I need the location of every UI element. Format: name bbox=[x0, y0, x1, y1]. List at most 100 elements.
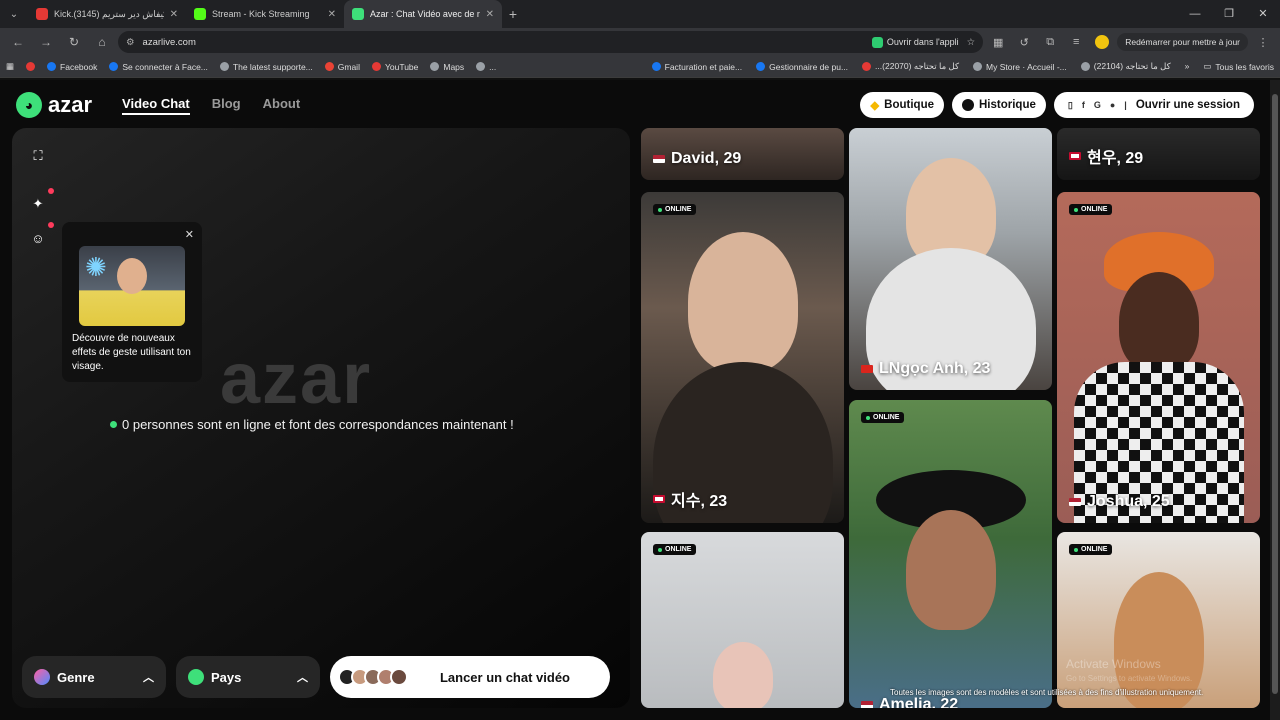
url-input[interactable]: ⚙ azarlive.com Ouvrir dans l'appli ☆ bbox=[118, 31, 984, 53]
image-disclaimer: Toutes les images sont des modèles et so… bbox=[890, 688, 1204, 697]
bookmark-item[interactable]: YouTube bbox=[371, 62, 418, 72]
profile-card[interactable]: David, 29 bbox=[641, 128, 844, 180]
scrollbar-thumb[interactable] bbox=[1272, 94, 1278, 694]
meta-icon bbox=[651, 62, 661, 71]
profile-avatar[interactable] bbox=[1091, 31, 1113, 53]
restart-to-update-button[interactable]: Redémarrer pour mettre à jour bbox=[1117, 33, 1248, 51]
youtube-icon bbox=[862, 62, 872, 71]
forward-icon[interactable]: → bbox=[34, 30, 58, 54]
profile-card[interactable]: 현우, 29 bbox=[1057, 128, 1260, 180]
azar-icon bbox=[352, 8, 364, 20]
history-icon[interactable]: ↺ bbox=[1013, 31, 1035, 53]
bookmark-label: ...كل ما تحتاجه (22070) bbox=[875, 61, 959, 71]
bookmark-item[interactable]: Maps bbox=[430, 62, 464, 72]
reading-list-icon[interactable]: ≡ bbox=[1065, 31, 1087, 53]
profile-card[interactable]: ONLINE Amelia, 22 bbox=[849, 400, 1052, 708]
login-button[interactable]: ▯ f G ● | Ouvrir une session bbox=[1053, 92, 1254, 118]
profile-card[interactable]: LNgọc Anh, 23 bbox=[849, 128, 1052, 390]
history-button[interactable]: Historique bbox=[952, 92, 1046, 118]
promo-image: ✺ bbox=[79, 246, 185, 326]
history-label: Historique bbox=[979, 99, 1036, 111]
bookmark-label: Gmail bbox=[337, 61, 360, 72]
close-icon[interactable]: ✕ bbox=[486, 9, 494, 20]
youtube-icon bbox=[371, 62, 381, 71]
app-icon bbox=[871, 36, 883, 48]
profile-card[interactable]: ONLINE bbox=[641, 532, 844, 708]
expand-icon[interactable]: ⛶ bbox=[26, 144, 50, 168]
close-icon[interactable]: ✕ bbox=[170, 9, 178, 20]
bookmark-item[interactable]: ... bbox=[476, 62, 496, 72]
gender-icon bbox=[34, 669, 50, 685]
tab-title: Stream - Kick Streaming bbox=[212, 9, 310, 19]
bookmark-item[interactable]: Gmail bbox=[324, 61, 360, 72]
star-icon[interactable]: ☆ bbox=[967, 37, 976, 48]
menu-icon[interactable]: ⋮ bbox=[1252, 31, 1274, 53]
nav-video-chat[interactable]: Video Chat bbox=[122, 96, 190, 115]
bookmark-item[interactable]: Se connecter à Face... bbox=[109, 62, 208, 72]
extensions-puzzle-icon[interactable]: ⧉ bbox=[1039, 31, 1061, 53]
bookmarks-right: Facturation et paie... Gestionnaire de p… bbox=[651, 61, 1274, 72]
bookmark-label: My Store · Accueil -... bbox=[986, 61, 1067, 72]
page-scrollbar[interactable] bbox=[1270, 80, 1280, 720]
page: ◕ azar Video Chat Blog About ◆ Boutique H… bbox=[0, 80, 1270, 720]
bookmark-item[interactable]: كل ما تحتاجه (22104) bbox=[1080, 61, 1171, 72]
profile-photo bbox=[687, 232, 798, 372]
bookmark-item[interactable] bbox=[26, 62, 36, 71]
main-nav: Video Chat Blog About bbox=[122, 96, 300, 115]
profile-name-text: Amelia, 22 bbox=[879, 696, 959, 708]
tab-kick-streaming[interactable]: Stream - Kick Streaming ✕ bbox=[186, 0, 344, 28]
tab-search-icon[interactable]: ⌄ bbox=[0, 0, 28, 28]
globe-icon bbox=[219, 62, 229, 71]
close-icon[interactable]: ✕ bbox=[328, 9, 336, 20]
reload-icon[interactable]: ↻ bbox=[62, 30, 86, 54]
face-filter-icon[interactable]: ☺ bbox=[26, 222, 54, 250]
profile-card[interactable]: ONLINE Joshua, 25 bbox=[1057, 192, 1260, 523]
profile-card[interactable]: ONLINE 지수, 23 bbox=[641, 192, 844, 523]
maximize-button[interactable]: ❐ bbox=[1212, 0, 1246, 28]
nav-blog[interactable]: Blog bbox=[212, 96, 241, 115]
google-icon: G bbox=[1093, 100, 1101, 110]
tab-title: Azar : Chat Vidéo avec de nouv bbox=[370, 9, 480, 19]
shop-button[interactable]: ◆ Boutique bbox=[860, 92, 944, 118]
flag-us-icon bbox=[861, 701, 873, 708]
bookmark-item[interactable]: My Store · Accueil -... bbox=[973, 61, 1067, 72]
start-video-chat-button[interactable]: Lancer un chat vidéo bbox=[330, 656, 610, 698]
flag-vn-icon bbox=[861, 365, 873, 373]
close-window-button[interactable]: ✕ bbox=[1246, 0, 1280, 28]
tab-kick-video[interactable]: Kick.ف كيفاش دير ستريم (3145) ✕ bbox=[28, 0, 186, 28]
bookmark-item[interactable]: Gestionnaire de pu... bbox=[756, 61, 848, 72]
new-tab-button[interactable]: + bbox=[502, 6, 524, 22]
minimize-button[interactable]: — bbox=[1178, 0, 1212, 28]
bookmark-label: Facebook bbox=[60, 61, 98, 72]
bookmark-item[interactable]: ...كل ما تحتاجه (22070) bbox=[862, 61, 959, 72]
login-label: Ouvrir une session bbox=[1135, 99, 1240, 111]
windows-activation-watermark: Activate Windows bbox=[1066, 657, 1161, 671]
open-in-app-button[interactable]: Ouvrir dans l'appli bbox=[871, 36, 959, 48]
bookmark-item[interactable]: Facebook bbox=[47, 62, 97, 72]
nav-about[interactable]: About bbox=[263, 96, 301, 115]
close-icon[interactable]: ✕ bbox=[185, 228, 194, 241]
url-text: azarlive.com bbox=[142, 36, 196, 48]
globe-icon bbox=[1080, 62, 1090, 71]
profile-name-text: 현우, 29 bbox=[1087, 150, 1144, 167]
chevron-up-icon: ︿ bbox=[143, 672, 154, 684]
profile-photo bbox=[1118, 272, 1199, 372]
site-info-icon[interactable]: ⚙ bbox=[126, 37, 135, 48]
tab-title: Kick.ف كيفاش دير ستريم (3145) bbox=[54, 8, 164, 19]
sparkle-effects-icon[interactable]: ✦ bbox=[26, 188, 54, 216]
extension-icon[interactable]: ▦ bbox=[987, 31, 1009, 53]
gender-select[interactable]: Genre ︿ bbox=[22, 656, 166, 698]
profile-name-text: LNgọc Anh, 23 bbox=[879, 360, 991, 377]
tab-azar[interactable]: Azar : Chat Vidéo avec de nouv ✕ bbox=[344, 0, 502, 28]
bookmark-label: Maps bbox=[443, 61, 465, 72]
chevron-right-icon[interactable]: » bbox=[1185, 61, 1190, 72]
back-icon[interactable]: ← bbox=[6, 30, 30, 54]
azar-logo[interactable]: ◕ azar bbox=[16, 92, 92, 118]
bookmark-item[interactable]: The latest supporte... bbox=[219, 62, 313, 72]
bookmark-item[interactable]: Facturation et paie... bbox=[651, 61, 742, 72]
all-favorites[interactable]: ▭ Tous les favoris bbox=[1203, 61, 1274, 72]
country-select[interactable]: Pays ︿ bbox=[176, 656, 320, 698]
header-actions: ◆ Boutique Historique ▯ f G ● | Ouvrir un… bbox=[860, 92, 1254, 118]
home-icon[interactable]: ⌂ bbox=[90, 30, 114, 54]
apps-grid-icon[interactable]: ▦ bbox=[6, 61, 14, 72]
